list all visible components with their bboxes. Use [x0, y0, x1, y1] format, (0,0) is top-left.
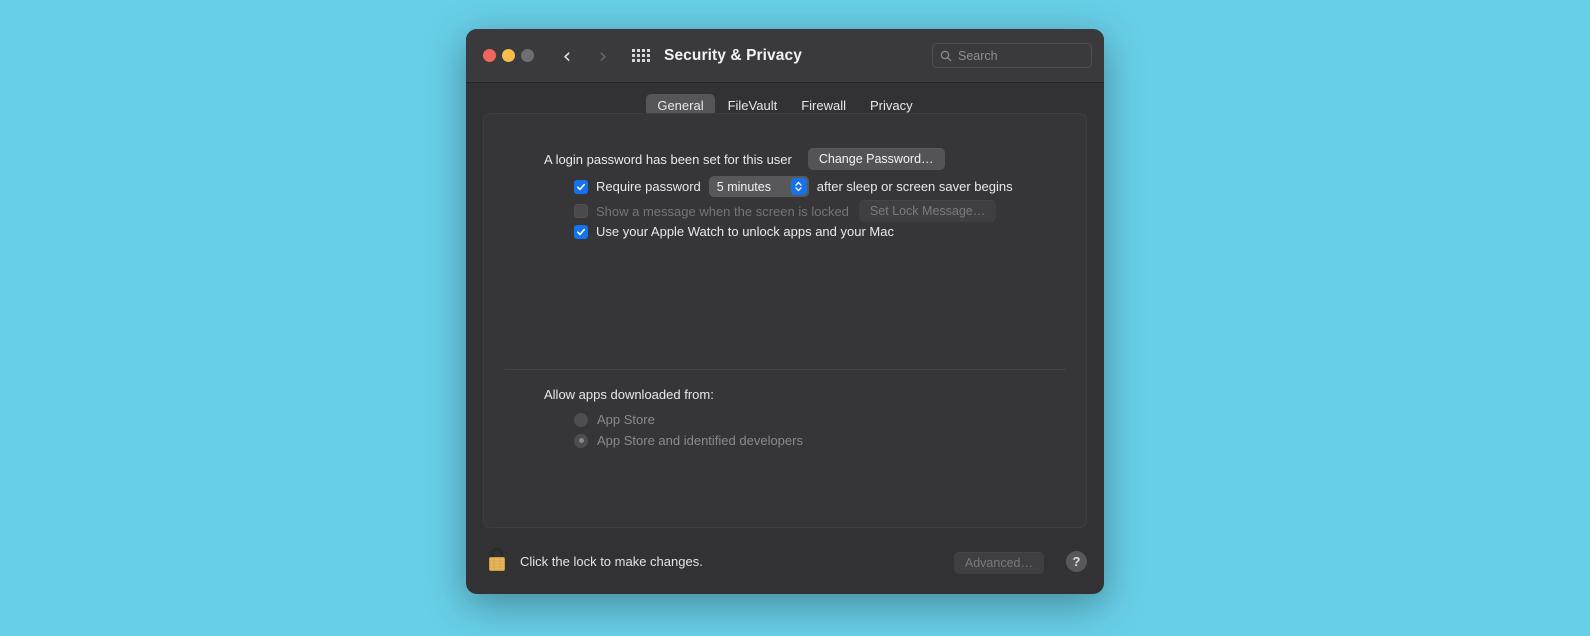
- lock-caption-text: Click the lock to make changes.: [520, 554, 703, 569]
- radio-app-store-label: App Store: [597, 412, 655, 427]
- login-password-row: A login password has been set for this u…: [544, 148, 945, 170]
- show-lock-message-row: Show a message when the screen is locked…: [574, 200, 997, 222]
- help-button[interactable]: ?: [1066, 551, 1087, 572]
- close-button[interactable]: [483, 49, 496, 62]
- show-lock-message-label: Show a message when the screen is locked: [596, 203, 849, 219]
- set-lock-message-button[interactable]: Set Lock Message…: [858, 200, 997, 222]
- advanced-button[interactable]: Advanced…: [953, 552, 1044, 574]
- radio-app-store-and-identified-developers[interactable]: [574, 433, 588, 448]
- system-preferences-window: ‹ › Security & Privacy Search General Fi…: [466, 29, 1104, 594]
- require-password-checkbox[interactable]: [574, 179, 588, 194]
- window-titlebar: ‹ › Security & Privacy Search: [466, 29, 1104, 83]
- require-password-delay-value: 5 minutes: [716, 179, 771, 194]
- chevron-updown-icon[interactable]: [790, 178, 807, 195]
- general-settings-pane: A login password has been set for this u…: [483, 113, 1087, 528]
- allow-apps-option-app-store[interactable]: App Store: [574, 412, 655, 427]
- allow-apps-label: Allow apps downloaded from:: [544, 387, 714, 402]
- search-icon: [940, 50, 952, 62]
- require-password-row: Require password 5 minutes after sleep o…: [574, 176, 1013, 197]
- allow-apps-option-app-store-and-identified-developers[interactable]: App Store and identified developers: [574, 433, 803, 448]
- login-password-status-text: A login password has been set for this u…: [544, 151, 792, 167]
- window-bottom-bar: Click the lock to make changes. Advanced…: [466, 528, 1104, 594]
- require-password-delay-select[interactable]: 5 minutes: [708, 176, 809, 197]
- lock-closed-icon[interactable]: [486, 546, 508, 573]
- search-placeholder: Search: [958, 48, 998, 63]
- show-lock-message-checkbox[interactable]: [574, 204, 588, 218]
- back-chevron-icon[interactable]: ‹: [556, 44, 578, 68]
- radio-app-store-and-identified-developers-label: App Store and identified developers: [597, 433, 803, 448]
- search-input[interactable]: Search: [932, 43, 1092, 68]
- forward-chevron-icon[interactable]: ›: [592, 44, 614, 68]
- section-divider: [505, 369, 1066, 370]
- minimize-button[interactable]: [502, 49, 515, 62]
- apple-watch-unlock-checkbox[interactable]: [574, 224, 588, 239]
- radio-app-store[interactable]: [574, 412, 588, 427]
- apple-watch-unlock-label: Use your Apple Watch to unlock apps and …: [596, 224, 894, 239]
- require-password-suffix-label: after sleep or screen saver begins: [816, 179, 1013, 194]
- apple-watch-unlock-row: Use your Apple Watch to unlock apps and …: [574, 224, 894, 239]
- change-password-button[interactable]: Change Password…: [807, 148, 945, 170]
- zoom-button[interactable]: [521, 49, 534, 62]
- page-title: Security & Privacy: [664, 47, 802, 64]
- require-password-label: Require password: [596, 179, 701, 194]
- grid-show-all-icon[interactable]: [632, 49, 652, 64]
